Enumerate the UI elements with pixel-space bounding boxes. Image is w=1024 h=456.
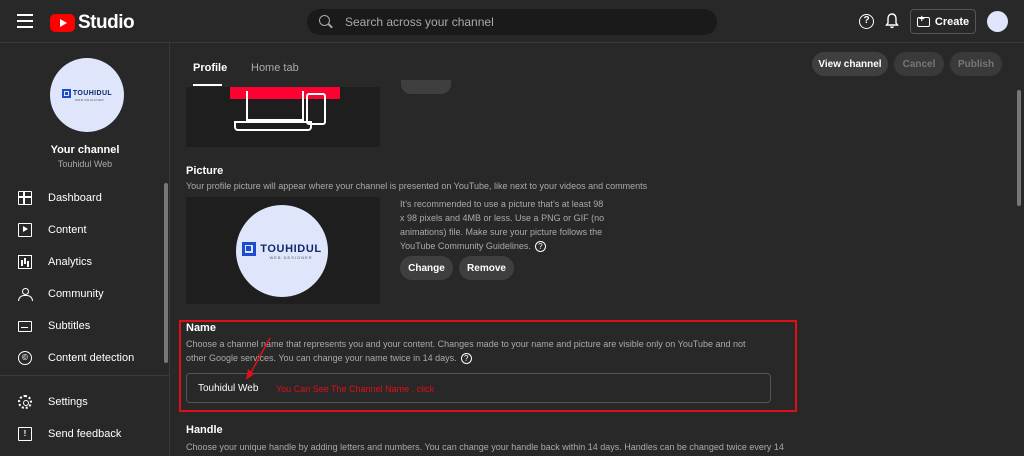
picture-logo-text: TOUHIDUL — [260, 243, 322, 255]
sidebar-item-label: Send feedback — [48, 428, 122, 440]
sidebar-item-send-feedback[interactable]: ! Send feedback — [0, 419, 160, 449]
sidebar-item-label: Settings — [48, 396, 88, 408]
banner-preview-image — [186, 87, 380, 147]
create-button[interactable]: Create — [910, 9, 976, 34]
search-input[interactable] — [345, 15, 685, 29]
banner-upload-button[interactable] — [401, 80, 451, 94]
notifications-bell-icon[interactable] — [885, 13, 899, 29]
sidebar-item-label: Content detection — [48, 352, 135, 364]
sidebar-item-label: Subtitles — [48, 320, 91, 332]
account-avatar[interactable] — [987, 11, 1008, 32]
create-video-icon — [916, 14, 930, 27]
tab-home-tab[interactable]: Home tab — [251, 62, 299, 74]
feedback-icon: ! — [18, 427, 32, 441]
banner-phone-shape — [306, 93, 326, 125]
dashboard-icon — [18, 191, 32, 205]
sidebar-item-label: Analytics — [48, 256, 93, 268]
publish-button[interactable]: Publish — [950, 52, 1002, 76]
annotation-arrow-icon — [246, 337, 271, 380]
subtitles-icon — [18, 320, 32, 332]
picture-section-title: Picture — [186, 165, 224, 177]
avatar-logo-sub: WEB DESIGNER — [74, 97, 105, 102]
content-icon — [18, 223, 32, 237]
youtube-logo-icon — [50, 14, 75, 32]
top-bar: Studio ? Create — [0, 0, 1024, 43]
sidebar-item-label: Content — [48, 224, 87, 236]
sidebar-item-content-detection[interactable]: © Content detection — [0, 343, 160, 373]
main-scrollbar[interactable] — [1017, 90, 1021, 206]
channel-avatar[interactable]: TOUHIDUL WEB DESIGNER — [50, 58, 124, 132]
search-icon[interactable] — [319, 15, 333, 29]
sidebar-item-analytics[interactable]: Analytics — [0, 247, 160, 277]
profile-picture-preview: TOUHIDUL WEB DESIGNER — [186, 197, 380, 304]
tab-profile[interactable]: Profile — [193, 62, 227, 74]
profile-picture-circle: TOUHIDUL WEB DESIGNER — [236, 205, 328, 297]
create-label: Create — [934, 15, 970, 28]
picture-guidelines-text: It’s recommended to use a picture that’s… — [400, 197, 605, 253]
sidebar: TOUHIDUL WEB DESIGNER Your channel Touhi… — [0, 43, 170, 456]
sidebar-item-label: Dashboard — [48, 192, 102, 204]
settings-icon — [18, 395, 32, 409]
sidebar-divider — [0, 375, 170, 376]
search-bar[interactable] — [307, 9, 717, 35]
help-icon[interactable]: ? — [859, 14, 874, 29]
banner-laptop-shape — [234, 121, 312, 131]
avatar-logo-text: TOUHIDUL — [72, 89, 113, 97]
banner-monitor-shape — [246, 91, 304, 121]
help-icon[interactable]: ? — [460, 353, 472, 365]
handle-section-title: Handle — [186, 424, 223, 436]
analytics-icon — [18, 255, 32, 269]
sidebar-item-dashboard[interactable]: Dashboard — [0, 183, 160, 213]
community-icon — [18, 287, 33, 301]
annotation-text: You Can See The Channel Name . click — [276, 384, 435, 394]
your-channel-label: Your channel — [50, 144, 120, 156]
help-icon[interactable]: ? — [534, 241, 546, 253]
remove-picture-button[interactable]: Remove — [459, 256, 514, 280]
sidebar-item-label: Community — [48, 288, 104, 300]
studio-logo[interactable]: Studio — [50, 12, 135, 34]
channel-name-label: Touhidul Web — [57, 159, 113, 169]
handle-section-desc: Choose your unique handle by adding lett… — [186, 442, 784, 452]
sidebar-scrollbar[interactable] — [164, 183, 168, 363]
picture-info-text: It’s recommended to use a picture that’s… — [400, 199, 605, 251]
sidebar-item-settings[interactable]: Settings — [0, 387, 160, 417]
content-detection-icon: © — [18, 351, 32, 365]
view-channel-button[interactable]: View channel — [812, 52, 888, 76]
active-tab-indicator — [193, 84, 222, 86]
sidebar-item-content[interactable]: Content — [0, 215, 160, 245]
hamburger-menu-icon[interactable] — [17, 14, 33, 28]
brand-square-icon — [242, 242, 257, 256]
name-section-title: Name — [186, 322, 216, 334]
picture-logo-sub: WEB DESIGNER — [269, 255, 313, 260]
change-picture-button[interactable]: Change — [400, 256, 453, 280]
sidebar-item-community[interactable]: Community — [0, 279, 160, 309]
cancel-button[interactable]: Cancel — [894, 52, 944, 76]
sidebar-item-subtitles[interactable]: Subtitles — [0, 311, 160, 341]
channel-avatar-logo: TOUHIDUL WEB DESIGNER — [61, 88, 113, 102]
brand-square-icon — [61, 88, 71, 98]
picture-section-desc: Your profile picture will appear where y… — [186, 181, 648, 191]
channel-name-value[interactable]: Touhidul Web — [198, 383, 258, 394]
logo-text: Studio — [78, 12, 135, 33]
